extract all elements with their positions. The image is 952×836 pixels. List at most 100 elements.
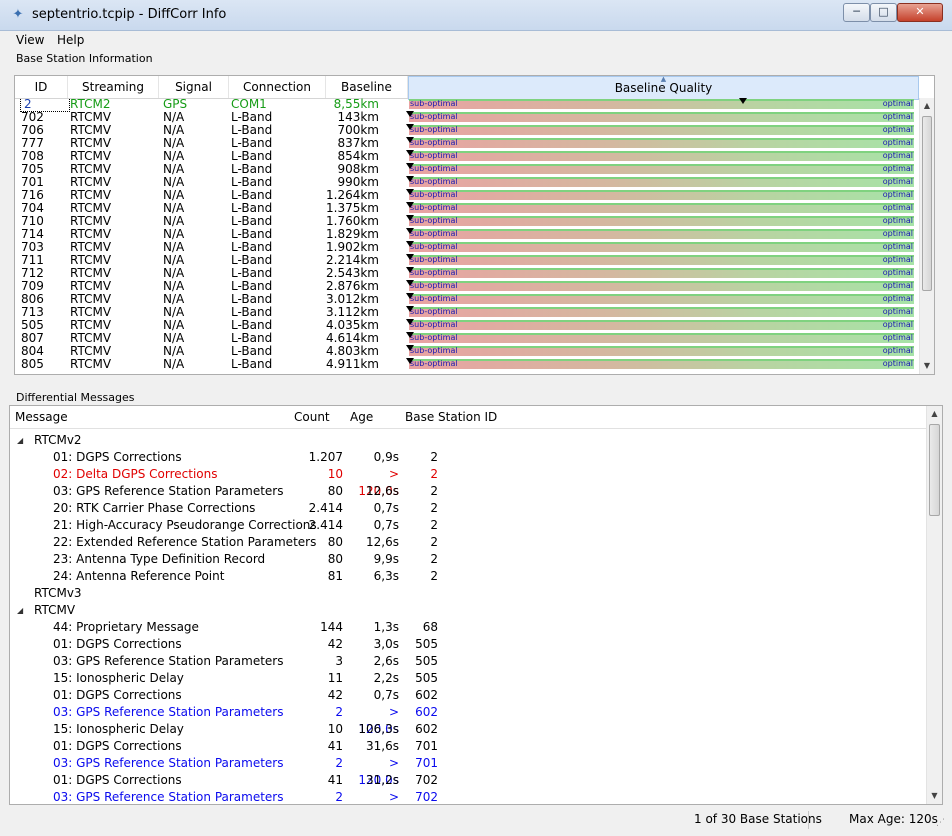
minimize-button[interactable]: ─ [843, 3, 870, 22]
base-station-row[interactable]: 806 RTCMV N/A L-Band 3.012km sub-optimal optim… [15, 293, 920, 306]
quality-marker-icon [406, 215, 414, 221]
message-row[interactable]: 03: GPS Reference Station Parameters 3 2,6… [10, 653, 926, 670]
quality-bar-fill [409, 166, 914, 174]
base-station-row[interactable]: 714 RTCMV N/A L-Band 1.829km sub-optimal optim… [15, 228, 920, 241]
base-station-row[interactable]: 703 RTCMV N/A L-Band 1.902km sub-optimal optim… [15, 241, 920, 254]
message-row[interactable]: 01: DGPS Corrections 42 0,7s 602 [10, 687, 926, 704]
base-station-row[interactable]: 807 RTCMV N/A L-Band 4.614km sub-optimal optim… [15, 332, 920, 345]
base-station-row[interactable]: 709 RTCMV N/A L-Band 2.876km sub-optimal optim… [15, 280, 920, 293]
message-age: 1,3s [373, 620, 399, 634]
message-count: 42 [327, 637, 343, 651]
base-station-row[interactable]: 505 RTCMV N/A L-Band 4.035km sub-optimal optim… [15, 319, 920, 332]
base-station-row[interactable]: 713 RTCMV N/A L-Band 3.112km sub-optimal optim… [15, 306, 920, 319]
quality-optimal-label: optimal [882, 294, 913, 303]
base-station-row[interactable]: 712 RTCMV N/A L-Band 2.543km sub-optimal optim… [15, 267, 920, 280]
base-station-row[interactable]: 716 RTCMV N/A L-Band 1.264km sub-optimal optim… [15, 189, 920, 202]
scroll-thumb[interactable] [922, 116, 932, 291]
base-station-row[interactable]: 777 RTCMV N/A L-Band 837km sub-optimal optimal [15, 137, 920, 150]
quality-bar-fill [409, 205, 914, 213]
station-signal: N/A [163, 357, 185, 371]
diff-messages-scrollbar[interactable]: ▲ ▼ [926, 406, 942, 804]
category-label: RTCMv2 [34, 433, 82, 447]
message-row[interactable]: 23: Antenna Type Definition Record 80 9,9s… [10, 551, 926, 568]
message-row[interactable]: 01: DGPS Corrections 41 31,2s 702 [10, 772, 926, 789]
message-category[interactable]: ◢ RTCMV [10, 602, 926, 619]
message-row[interactable]: 03: GPS Reference Station Parameters2> 1… [10, 789, 926, 804]
message-category[interactable]: ◢ RTCMv2 [10, 432, 926, 449]
base-station-row[interactable]: 704 RTCMV N/A L-Band 1.375km sub-optimal optim… [15, 202, 920, 215]
expand-arrow-icon[interactable]: ◢ [17, 432, 23, 449]
message-row[interactable]: 01: DGPS Corrections 42 3,0s 505 [10, 636, 926, 653]
resize-grip-icon[interactable]: ⋰ [936, 818, 948, 830]
baseline-quality-bar: sub-optimal optimal [406, 358, 914, 370]
quality-sub-optimal-label: sub-optimal [410, 99, 458, 108]
message-row[interactable]: 03: GPS Reference Station Parameters2> 1… [10, 704, 926, 736]
maximize-button[interactable]: □ [870, 3, 897, 22]
col-connection[interactable]: Connection [229, 76, 326, 98]
quality-bar-fill [409, 309, 914, 317]
message-row[interactable]: 24: Antenna Reference Point 81 6,3s 2 [10, 568, 926, 585]
message-base-station-id: 2 [430, 569, 438, 583]
message-age: > 120,0s [388, 790, 399, 804]
message-row[interactable]: 02: Delta DGPS Corrections 10 > 120,0s 2 [10, 466, 926, 498]
quality-optimal-label: optimal [882, 216, 913, 225]
base-station-row[interactable]: 702 RTCMV N/A L-Band 143km sub-optimal optimal [15, 111, 920, 124]
scroll-up-icon[interactable]: ▲ [920, 98, 934, 114]
message-row[interactable]: 44: Proprietary Message 144 1,3s 68 [10, 619, 926, 636]
base-station-row[interactable]: 708 RTCMV N/A L-Band 854km sub-optimal optimal [15, 150, 920, 163]
message-base-station-id: 2 [430, 552, 438, 566]
col-age[interactable]: Age [350, 410, 373, 424]
message-category[interactable]: RTCMv3 [10, 585, 926, 602]
base-station-row[interactable]: 711 RTCMV N/A L-Band 2.214km sub-optimal optim… [15, 254, 920, 267]
message-row[interactable]: 01: DGPS Corrections 41 31,6s 701 [10, 738, 926, 755]
baseline-quality-bar: sub-optimal optimal [406, 215, 914, 227]
col-signal[interactable]: Signal [159, 76, 229, 98]
message-count: 10 [327, 722, 343, 736]
message-row[interactable]: 15: Ionospheric Delay 10 106,3s 602 [10, 721, 926, 738]
baseline-quality-bar: sub-optimal optimal [409, 98, 914, 110]
quality-marker-icon [406, 241, 414, 247]
scroll-down-icon[interactable]: ▼ [927, 788, 942, 804]
quality-sub-optimal-label: sub-optimal [410, 190, 458, 199]
message-row[interactable]: 22: Extended Reference Station Parameter… [10, 534, 926, 551]
quality-marker-icon [406, 306, 414, 312]
diff-messages-group-label: Differential Messages [16, 391, 135, 404]
message-row[interactable]: 15: Ionospheric Delay 11 2,2s 505 [10, 670, 926, 687]
base-station-row[interactable]: 706 RTCMV N/A L-Band 700km sub-optimal optimal [15, 124, 920, 137]
base-station-row[interactable]: 2 RTCM2 GPS COM1 8,55km sub-optimal optimal [15, 98, 920, 112]
close-button[interactable]: ✕ [897, 3, 943, 22]
menu-help[interactable]: Help [57, 33, 84, 47]
message-count: 2.414 [308, 501, 343, 515]
scroll-down-icon[interactable]: ▼ [920, 358, 934, 374]
expand-arrow-icon[interactable]: ◢ [17, 602, 23, 619]
message-base-station-id: 505 [415, 654, 438, 668]
base-station-row[interactable]: 805 RTCMV N/A L-Band 4.911km sub-optimal optim… [15, 358, 920, 371]
message-row[interactable]: 03: GPS Reference Station Parameters 80 12… [10, 483, 926, 500]
col-baseline[interactable]: Baseline [326, 76, 408, 98]
base-station-scrollbar[interactable]: ▲ ▼ [919, 98, 934, 374]
base-station-row[interactable]: 710 RTCMV N/A L-Band 1.760km sub-optimal optim… [15, 215, 920, 228]
quality-sub-optimal-label: sub-optimal [410, 255, 458, 264]
status-bar: 1 of 30 Base Stations Max Age: 120s ⋰ [0, 808, 952, 836]
baseline-quality-bar: sub-optimal optimal [406, 306, 914, 318]
base-station-row[interactable]: 804 RTCMV N/A L-Band 4.803km sub-optimal optim… [15, 345, 920, 358]
quality-optimal-label: optimal [882, 229, 913, 238]
quality-bar-fill [409, 335, 914, 343]
base-station-row[interactable]: 705 RTCMV N/A L-Band 908km sub-optimal optimal [15, 163, 920, 176]
col-message[interactable]: Message [15, 410, 68, 424]
menu-view[interactable]: View [16, 33, 44, 47]
message-count: 2.414 [308, 518, 343, 532]
quality-marker-icon [406, 163, 414, 169]
scroll-thumb[interactable] [929, 424, 940, 516]
col-id[interactable]: ID [15, 76, 68, 98]
message-row[interactable]: 20: RTK Carrier Phase Corrections 2.414 0,… [10, 500, 926, 517]
message-row[interactable]: 01: DGPS Corrections 1.207 0,9s 2 [10, 449, 926, 466]
col-baseline-quality[interactable]: ▲ Baseline Quality [408, 76, 919, 100]
col-streaming[interactable]: Streaming [68, 76, 159, 98]
col-base-station-id[interactable]: Base Station ID [405, 410, 497, 424]
message-row[interactable]: 03: GPS Reference Station Parameters2> 1… [10, 755, 926, 787]
scroll-up-icon[interactable]: ▲ [927, 406, 942, 422]
message-row[interactable]: 21: High-Accuracy Pseudorange Correction… [10, 517, 926, 534]
col-count[interactable]: Count [294, 410, 330, 424]
base-station-row[interactable]: 701 RTCMV N/A L-Band 990km sub-optimal optimal [15, 176, 920, 189]
